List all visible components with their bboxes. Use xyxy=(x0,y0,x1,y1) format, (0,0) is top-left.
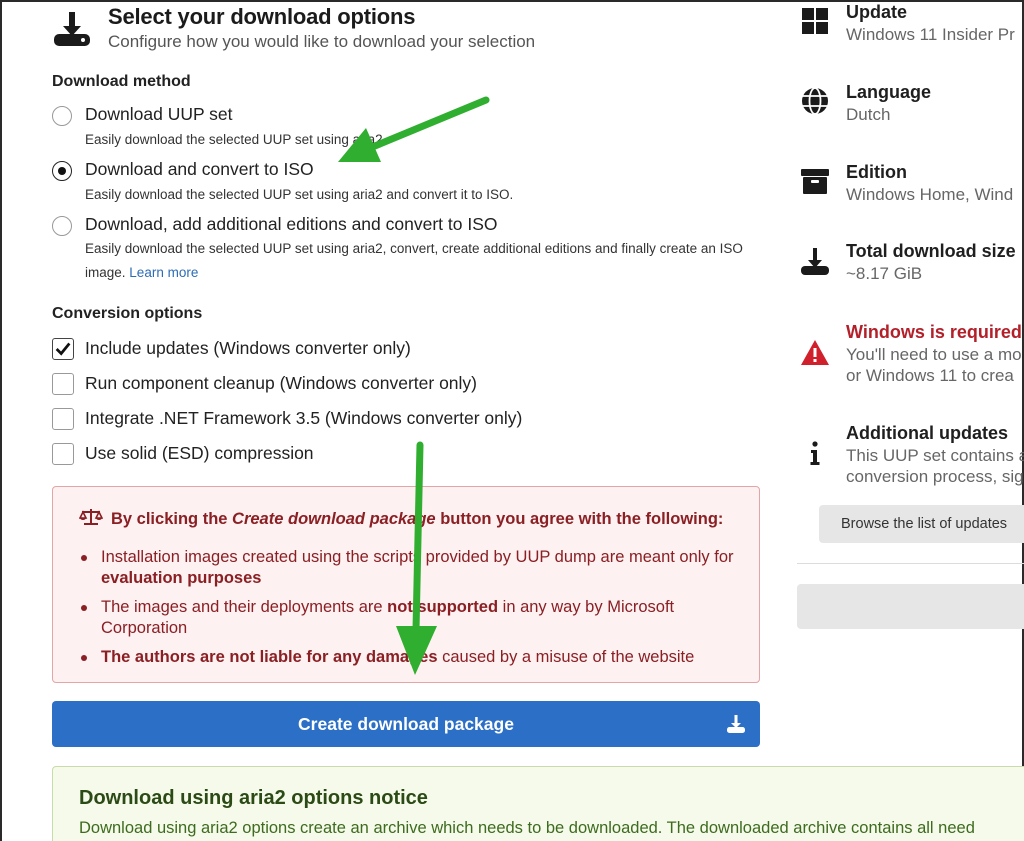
radio-button[interactable] xyxy=(52,106,72,126)
agreement-heading-text: button you agree with the following: xyxy=(435,510,724,528)
list-item-text: The images and their deployments are xyxy=(101,598,388,616)
checkbox[interactable] xyxy=(52,408,74,430)
info-title: Language xyxy=(846,82,932,102)
list-item-text: Installation images created using the sc… xyxy=(101,548,734,566)
checkmark-icon xyxy=(55,342,71,356)
info-value-line: You'll need to use a mo xyxy=(846,345,1022,364)
radio-button[interactable] xyxy=(52,216,72,236)
globe-icon xyxy=(802,87,828,115)
info-additional-updates: Additional updates This UUP set contains… xyxy=(800,423,1024,493)
list-item-bold: evaluation purposes xyxy=(101,569,262,587)
archive-box-icon xyxy=(801,169,829,194)
download-icon xyxy=(727,715,745,733)
agreement-heading-text: By clicking the xyxy=(111,510,233,528)
checkbox-label: Integrate .NET Framework 3.5 (Windows co… xyxy=(85,408,523,428)
radio-button-selected[interactable] xyxy=(52,161,72,181)
info-value: Windows 11 Insider Pr xyxy=(846,25,1015,44)
list-item: The authors are not liable for any damag… xyxy=(79,647,739,668)
download-icon xyxy=(54,12,90,46)
agreement-notice: By clicking the Create download package … xyxy=(52,486,760,683)
balance-scale-icon xyxy=(79,509,103,525)
learn-more-link[interactable]: Learn more xyxy=(129,265,198,280)
info-value: ~8.17 GiB xyxy=(846,264,923,283)
info-value-line: conversion process, sig xyxy=(846,467,1024,486)
page-title: Select your download options xyxy=(108,4,416,29)
page-subtitle: Configure how you would like to download… xyxy=(108,32,536,51)
radio-description: Easily download the selected UUP set usi… xyxy=(85,187,514,202)
info-title: Total download size xyxy=(846,241,1016,261)
info-language: Language Dutch xyxy=(800,82,1024,132)
download-icon xyxy=(801,248,829,275)
info-value: This UUP set contains a conversion proces… xyxy=(846,445,1024,487)
radio-label: Download and convert to ISO xyxy=(85,159,314,179)
button-label: Create download package xyxy=(298,713,514,734)
radio-download-uup[interactable]: Download UUP set Easily download the sel… xyxy=(52,104,762,154)
aria2-notice-title: Download using aria2 options notice xyxy=(79,787,428,809)
list-item-bold: not supported xyxy=(387,598,499,616)
info-value-line: or Windows 11 to crea xyxy=(846,366,1014,385)
radio-download-additional-editions[interactable]: Download, add additional editions and co… xyxy=(52,214,762,284)
windows-logo-icon xyxy=(802,8,828,34)
list-item-bold: The authors are not liable for any damag… xyxy=(101,648,438,666)
info-icon xyxy=(810,441,820,465)
info-title: Update xyxy=(846,2,908,22)
list-item: Installation images created using the sc… xyxy=(79,547,739,589)
info-title: Edition xyxy=(846,162,907,182)
info-value: Windows Home, Wind xyxy=(846,185,1014,204)
checkbox-label: Run component cleanup (Windows converter… xyxy=(85,373,477,393)
agreement-heading: By clicking the Create download package … xyxy=(79,507,723,529)
download-method-heading: Download method xyxy=(52,73,191,90)
info-value: Dutch xyxy=(846,105,891,124)
radio-label: Download, add additional editions and co… xyxy=(85,214,498,234)
checkbox[interactable] xyxy=(52,338,74,360)
radio-description: Easily download the selected UUP set usi… xyxy=(85,132,387,147)
checkbox-label: Include updates (Windows converter only) xyxy=(85,338,411,358)
info-title: Windows is required xyxy=(846,322,1022,342)
divider xyxy=(797,563,1024,564)
checkbox[interactable] xyxy=(52,373,74,395)
radio-label: Download UUP set xyxy=(85,104,233,124)
create-download-package-button[interactable]: Create download package xyxy=(52,701,760,747)
aria2-notice: Download using aria2 options notice Down… xyxy=(52,766,1024,841)
info-windows-required: Windows is required You'll need to use a… xyxy=(800,322,1024,392)
agreement-heading-emphasis: Create download package xyxy=(232,510,436,528)
list-item-text: caused by a misuse of the website xyxy=(437,648,695,666)
radio-description: Easily download the selected UUP set usi… xyxy=(85,237,765,285)
info-value-line: This UUP set contains a xyxy=(846,446,1024,465)
warning-icon xyxy=(801,340,829,365)
agreement-list: Installation images created using the sc… xyxy=(79,547,739,676)
info-update: Update Windows 11 Insider Pr xyxy=(800,2,1024,52)
info-total-size: Total download size ~8.17 GiB xyxy=(800,241,1024,291)
browse-updates-button[interactable]: Browse the list of updates xyxy=(819,505,1024,543)
info-title: Additional updates xyxy=(846,423,1008,443)
checkbox-label: Use solid (ESD) compression xyxy=(85,443,314,463)
conversion-options-heading: Conversion options xyxy=(52,305,203,322)
info-edition: Edition Windows Home, Wind xyxy=(800,162,1024,212)
radio-download-convert-iso[interactable]: Download and convert to ISO Easily downl… xyxy=(52,159,762,209)
list-item: The images and their deployments are not… xyxy=(79,597,739,639)
secondary-button[interactable] xyxy=(797,584,1024,629)
info-value: You'll need to use a mo or Windows 11 to … xyxy=(846,344,1022,386)
page-header: Select your download options Configure h… xyxy=(52,4,752,54)
checkbox[interactable] xyxy=(52,443,74,465)
aria2-notice-text: Download using aria2 options create an a… xyxy=(79,819,975,837)
